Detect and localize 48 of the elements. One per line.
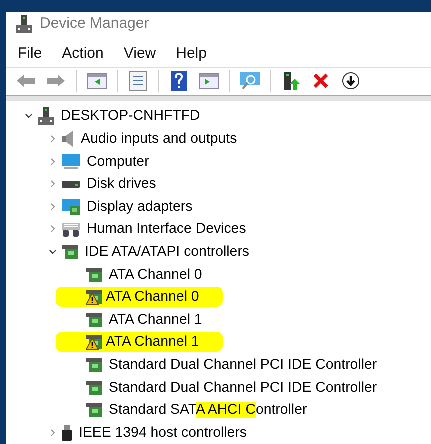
speaker-icon <box>62 130 74 147</box>
back-arrow-icon <box>16 74 36 88</box>
computer-icon <box>38 107 54 126</box>
menu-item[interactable]: Help <box>176 44 207 62</box>
usb-plug-icon <box>62 424 72 441</box>
help-icon <box>171 71 187 92</box>
pane-icon <box>199 73 219 90</box>
controller-card-icon <box>86 268 102 282</box>
down-arrow-circle-icon <box>342 72 360 90</box>
monitor-search-icon <box>239 71 261 92</box>
computer-icon <box>16 14 32 33</box>
warning-icon <box>86 338 99 350</box>
tree-item[interactable]: Disk drives <box>87 176 156 192</box>
controller-card-icon <box>86 403 102 418</box>
chevron-icon[interactable] <box>49 248 57 256</box>
tree-item[interactable]: IDE ATA/ATAPI controllers <box>85 244 250 260</box>
tree-item[interactable]: DESKTOP-CNHFTFD <box>61 108 200 124</box>
tree-item[interactable]: Computer <box>87 154 150 170</box>
tree-item[interactable]: Audio inputs and outputs <box>81 130 238 147</box>
pane-icon <box>87 73 107 90</box>
disk-drive-icon <box>62 180 80 188</box>
monitor-icon <box>62 154 80 170</box>
warning-icon <box>86 293 99 306</box>
controller-card-icon <box>86 312 102 327</box>
tree-item[interactable]: Standard Dual Channel PCI IDE Controller <box>109 380 378 396</box>
tree-item[interactable]: Human Interface Devices <box>87 221 246 238</box>
tree-item[interactable]: IEEE 1394 host controllers <box>79 424 247 441</box>
tree-item[interactable]: ATA Channel 0 <box>106 289 200 306</box>
tree-item[interactable]: ATA Channel 1 <box>109 312 202 328</box>
tree-item[interactable]: Standard SATA AHCI Controller <box>109 402 308 418</box>
properties-sheet-icon <box>129 71 147 92</box>
forward-arrow-icon <box>46 74 66 88</box>
menu-item[interactable]: File <box>18 44 42 62</box>
close-icon <box>313 73 329 90</box>
keyboard-mouse-icon <box>62 221 80 238</box>
tree-item[interactable]: Display adapters <box>87 198 193 215</box>
window-title: Device Manager <box>40 15 150 32</box>
menu-item[interactable]: Action <box>62 44 104 62</box>
computer-up-arrow-icon <box>282 71 300 92</box>
tree-item[interactable]: ATA Channel 1 <box>106 334 200 350</box>
menu-item[interactable]: View <box>124 44 156 62</box>
controller-card-icon <box>86 358 102 372</box>
monitor-card-icon <box>62 198 80 215</box>
controller-card-icon <box>62 244 78 259</box>
tree-item[interactable]: Standard Dual Channel PCI IDE Controller <box>109 356 378 373</box>
tree-item[interactable]: ATA Channel 0 <box>109 266 202 283</box>
controller-card-icon <box>86 380 102 395</box>
chevron-icon[interactable] <box>25 112 33 120</box>
